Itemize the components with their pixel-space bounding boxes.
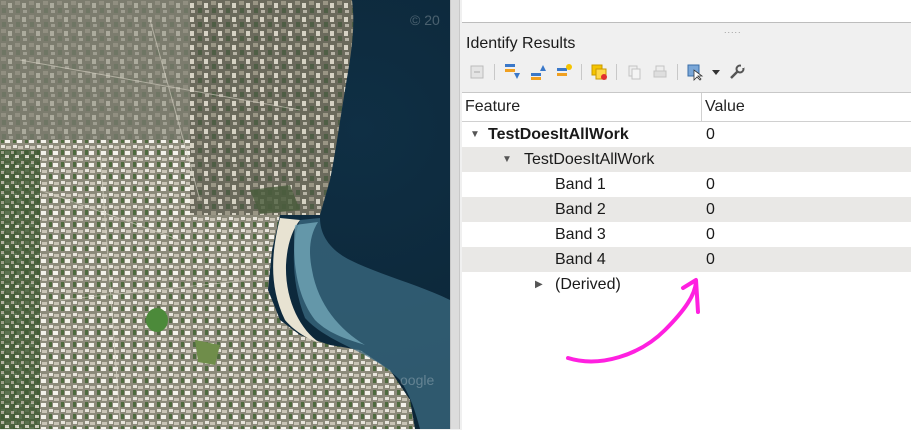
- identify-results-tree[interactable]: Feature Value ▼ TestDoesItAllWork 0 ▼ Te…: [462, 92, 911, 430]
- settings-icon[interactable]: [726, 61, 748, 83]
- tree-row-band[interactable]: Band 2 0: [462, 197, 911, 222]
- collapse-all-icon[interactable]: [527, 61, 549, 83]
- map-watermark: oogle: [400, 372, 435, 388]
- root-value: 0: [706, 126, 715, 143]
- copy-icon[interactable]: [623, 61, 645, 83]
- tree-row-root[interactable]: ▼ TestDoesItAllWork 0: [462, 122, 911, 147]
- identify-results-panel: ..... Identify Results Feature Value ▼ T…: [460, 0, 911, 430]
- layer-label: TestDoesItAllWork: [524, 151, 655, 168]
- band-label: Band 1: [555, 176, 606, 193]
- identify-toolbar: [466, 60, 748, 84]
- band-label: Band 3: [555, 226, 606, 243]
- band-value: 0: [706, 251, 715, 268]
- tree-header: Feature Value: [462, 93, 911, 122]
- clear-results-icon[interactable]: [466, 61, 488, 83]
- expanded-arrow-icon[interactable]: ▼: [502, 147, 512, 172]
- tree-row-band[interactable]: Band 4 0: [462, 247, 911, 272]
- toolbar-separator: [616, 64, 617, 80]
- band-label: Band 2: [555, 201, 606, 218]
- column-header-feature[interactable]: Feature: [462, 93, 702, 121]
- band-value: 0: [706, 226, 715, 243]
- band-value: 0: [706, 176, 715, 193]
- tree-row-band[interactable]: Band 3 0: [462, 222, 911, 247]
- toolbar-separator: [581, 64, 582, 80]
- root-label: TestDoesItAllWork: [488, 126, 629, 143]
- collapsed-arrow-icon[interactable]: ▶: [535, 272, 543, 297]
- toolbar-separator: [494, 64, 495, 80]
- band-value: 0: [706, 201, 715, 218]
- tree-row-layer[interactable]: ▼ TestDoesItAllWork: [462, 147, 911, 172]
- map-canvas[interactable]: © 20 oogle: [0, 0, 450, 429]
- dropdown-icon[interactable]: [710, 61, 722, 83]
- column-header-value[interactable]: Value: [702, 93, 911, 121]
- tree-row-band[interactable]: Band 1 0: [462, 172, 911, 197]
- print-icon[interactable]: [649, 61, 671, 83]
- derived-label: (Derived): [555, 276, 621, 293]
- expanded-arrow-icon[interactable]: ▼: [470, 122, 480, 147]
- highlight-icon[interactable]: [588, 61, 610, 83]
- panel-splitter[interactable]: [450, 0, 460, 429]
- panel-title: Identify Results: [466, 35, 576, 52]
- expand-new-icon[interactable]: [553, 61, 575, 83]
- dock-resize-handle[interactable]: .....: [724, 25, 742, 35]
- toolbar-separator: [677, 64, 678, 80]
- map-watermark: © 20: [410, 12, 440, 28]
- identify-mode-icon[interactable]: [684, 61, 706, 83]
- expand-all-icon[interactable]: [501, 61, 523, 83]
- upper-panel-area: [462, 0, 911, 23]
- band-label: Band 4: [555, 251, 606, 268]
- tree-row-derived[interactable]: ▶ (Derived): [462, 272, 911, 297]
